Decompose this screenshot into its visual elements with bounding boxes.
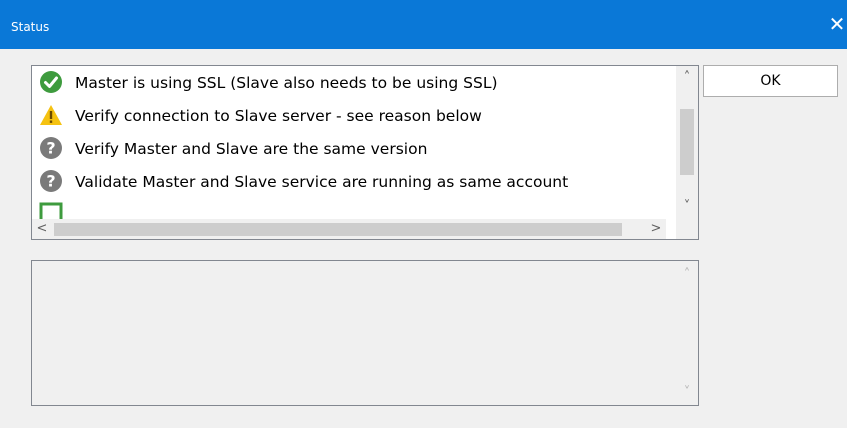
scroll-right-arrow-icon[interactable]: > <box>646 219 666 239</box>
green-check-icon <box>40 71 62 93</box>
checklist-items: Master is using SSL (Slave also needs to… <box>32 66 666 219</box>
svg-text:?: ? <box>46 139 55 158</box>
status-checklist[interactable]: Master is using SSL (Slave also needs to… <box>31 65 699 240</box>
list-item[interactable]: ? Validate Master and Slave service are … <box>36 166 666 199</box>
details-textbox[interactable]: ˄ ˅ <box>31 260 699 406</box>
checklist-horizontal-scrollbar[interactable]: < > <box>32 219 666 239</box>
dialog-body: Master is using SSL (Slave also needs to… <box>10 49 847 428</box>
ok-button[interactable]: OK <box>703 65 838 97</box>
scroll-down-arrow-icon[interactable]: ˅ <box>676 197 698 217</box>
details-vertical-scrollbar[interactable]: ˄ ˅ <box>676 261 698 405</box>
checklist-vertical-scrollbar[interactable]: ˄ ˅ <box>676 66 698 219</box>
list-item[interactable]: Verify connection to Slave server - see … <box>36 100 666 133</box>
list-item-label: Master is using SSL (Slave also needs to… <box>75 74 498 92</box>
scroll-left-arrow-icon[interactable]: < <box>32 219 52 239</box>
list-item-label: Verify Master and Slave are the same ver… <box>75 140 428 158</box>
warning-triangle-icon <box>40 105 62 125</box>
scrollbar-corner <box>676 219 698 239</box>
list-item-label: Verify connection to Slave server - see … <box>75 107 482 125</box>
question-mark-icon: ? <box>40 137 62 159</box>
status-dialog: Status ✕ Master is using SSL (Slave also… <box>0 0 847 428</box>
question-mark-icon: ? <box>40 170 62 192</box>
scroll-down-arrow-icon[interactable]: ˅ <box>676 383 698 403</box>
svg-text:?: ? <box>46 172 55 191</box>
close-button[interactable]: ✕ <box>827 0 847 49</box>
list-item-label: Validate Master and Slave service are ru… <box>75 173 569 191</box>
empty-checkbox-icon <box>39 202 63 219</box>
vertical-scroll-thumb[interactable] <box>680 109 694 175</box>
scroll-up-arrow-icon[interactable]: ˄ <box>676 265 698 285</box>
list-item[interactable] <box>36 199 666 219</box>
horizontal-scroll-thumb[interactable] <box>54 223 622 236</box>
title-bar[interactable]: Status ✕ <box>0 0 847 49</box>
list-item[interactable]: Master is using SSL (Slave also needs to… <box>36 67 666 100</box>
list-item[interactable]: ? Verify Master and Slave are the same v… <box>36 133 666 166</box>
scroll-up-arrow-icon[interactable]: ˄ <box>676 68 698 88</box>
window-title: Status <box>11 20 50 34</box>
